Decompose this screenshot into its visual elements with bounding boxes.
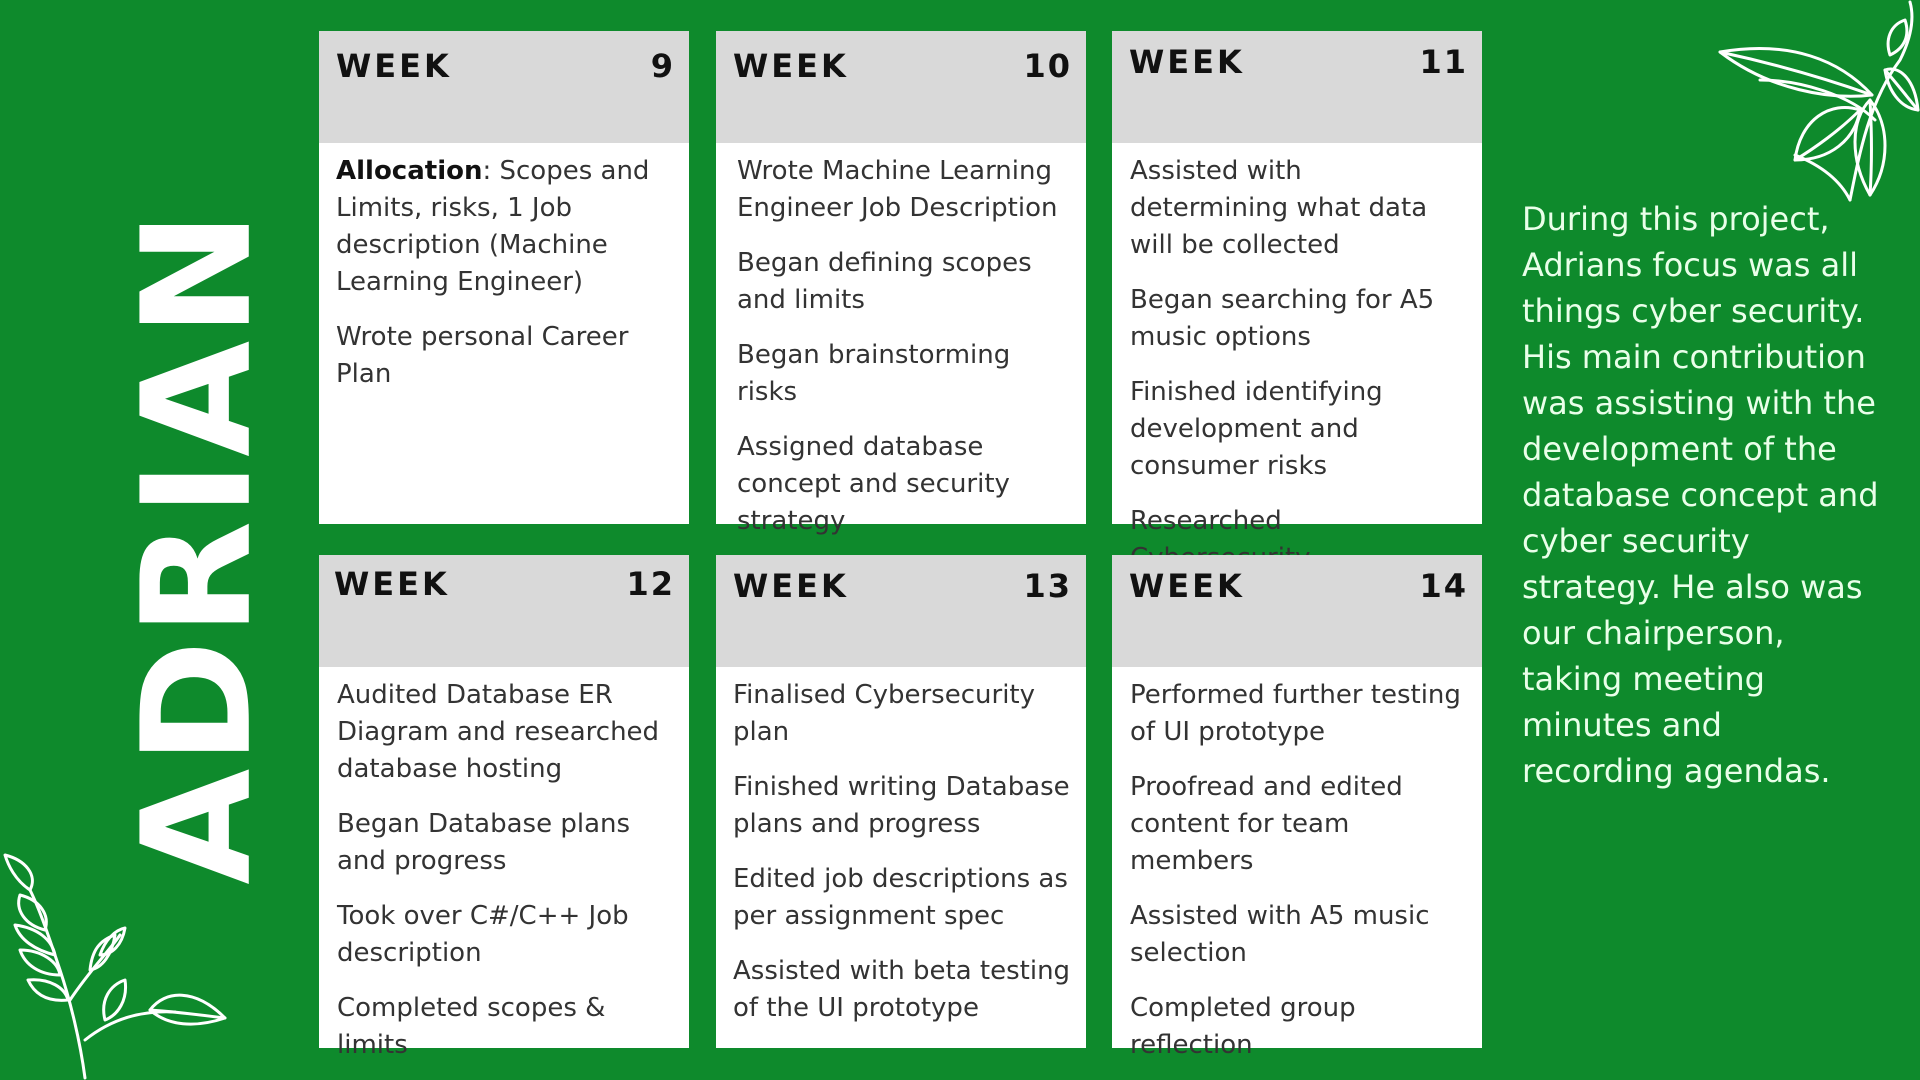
week-card-body: Allocation: Scopes and Limits, risks, 1 … xyxy=(319,143,689,393)
task-item: Began Database plans and progress xyxy=(337,809,631,876)
week-label: WEEK xyxy=(733,47,849,85)
week-card: WEEK 11 Assisted with determining what d… xyxy=(1112,31,1482,573)
week-card: WEEK 14 Performed further testing of UI … xyxy=(1112,555,1482,1060)
task-item: Assigned database concept and security s… xyxy=(737,432,1010,536)
week-label: WEEK xyxy=(336,47,452,85)
task-item: Finished writing Database plans and prog… xyxy=(733,772,1070,839)
task-item: Edited job descriptions as per assignmen… xyxy=(733,864,1068,931)
week-card-header: WEEK 13 xyxy=(716,555,1086,667)
week-label: WEEK xyxy=(733,567,849,605)
task-item: Completed group reflection xyxy=(1130,993,1356,1060)
leaf-branch-bottom-left-icon xyxy=(3,853,227,1080)
week-card-header: WEEK 14 xyxy=(1112,555,1482,667)
week-card: WEEK 10 Wrote Machine Learning Engineer … xyxy=(716,31,1086,536)
week-card-header: WEEK 11 xyxy=(1112,31,1482,143)
task-item: Assisted with beta testing of the UI pro… xyxy=(733,956,1071,1023)
task-item: Wrote personal Career Plan xyxy=(336,322,629,389)
task-item: Allocation: Scopes and Limits, risks, 1 … xyxy=(336,153,675,301)
task-item: Began searching for A5 music options xyxy=(1130,285,1435,352)
week-number: 10 xyxy=(1023,47,1072,85)
week-card-body: Finalised Cybersecurity plan Finished wr… xyxy=(716,667,1086,1027)
week-card-body: Performed further testing of UI prototyp… xyxy=(1112,667,1482,1064)
week-card: WEEK 13 Finalised Cybersecurity plan Fin… xyxy=(716,555,1086,1048)
week-label: WEEK xyxy=(1129,567,1245,605)
week-card-body: Wrote Machine Learning Engineer Job Desc… xyxy=(716,143,1086,540)
task-item: Performed further testing of UI prototyp… xyxy=(1130,680,1461,747)
task-item-bold: Allocation xyxy=(336,156,483,186)
week-card-header: WEEK 12 xyxy=(319,555,689,667)
week-number: 9 xyxy=(650,47,675,85)
task-item: Completed scopes & limits xyxy=(337,993,606,1060)
week-card-body: Audited Database ER Diagram and research… xyxy=(319,667,689,1064)
task-item: Began brainstorming risks xyxy=(737,340,1011,407)
leaf-branch-top-right-icon xyxy=(1718,0,1920,202)
week-label: WEEK xyxy=(334,565,450,603)
presenter-name-text: ADRIAN xyxy=(111,207,286,885)
task-item: Proofread and edited content for team me… xyxy=(1130,772,1403,876)
task-item: Finished identifying development and con… xyxy=(1130,377,1383,481)
summary-text: During this project, Adrians focus was a… xyxy=(1522,200,1879,790)
task-item: Finalised Cybersecurity plan xyxy=(733,680,1035,747)
week-card-header: WEEK 10 xyxy=(716,31,1086,143)
week-card-body: Assisted with determining what data will… xyxy=(1112,143,1482,577)
week-number: 13 xyxy=(1023,567,1072,605)
task-item: Assisted with determining what data will… xyxy=(1130,156,1428,260)
week-label: WEEK xyxy=(1129,43,1245,81)
week-card: WEEK 12 Audited Database ER Diagram and … xyxy=(319,555,689,1060)
week-number: 12 xyxy=(626,565,675,603)
task-item: Began defining scopes and limits xyxy=(737,248,1032,315)
task-item: Audited Database ER Diagram and research… xyxy=(337,680,660,784)
task-item: Took over C#/C++ Job description xyxy=(337,901,629,968)
presenter-name: ADRIAN xyxy=(111,196,286,896)
week-card: WEEK 9 Allocation: Scopes and Limits, ri… xyxy=(319,31,689,524)
task-item: Wrote Machine Learning Engineer Job Desc… xyxy=(737,156,1058,223)
week-card-header: WEEK 9 xyxy=(319,31,689,143)
task-item: Assisted with A5 music selection xyxy=(1130,901,1430,968)
week-number: 11 xyxy=(1419,43,1468,81)
week-number: 14 xyxy=(1419,567,1468,605)
